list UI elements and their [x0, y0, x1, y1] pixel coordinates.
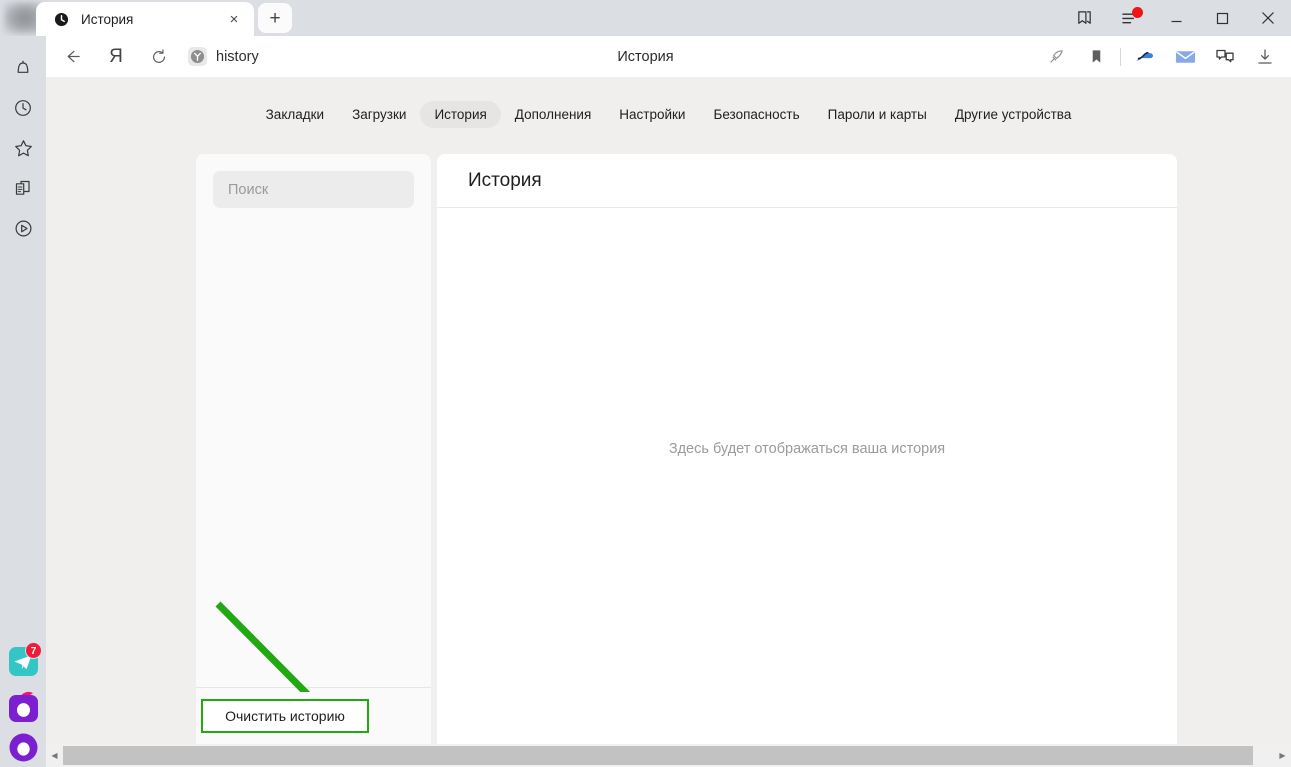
- menu-notification-dot: [1132, 7, 1143, 18]
- nav-tab-downloads[interactable]: Загрузки: [338, 101, 420, 128]
- rocket-icon[interactable]: [1036, 36, 1076, 77]
- address-bar[interactable]: history: [188, 47, 259, 66]
- collections-icon[interactable]: [1061, 0, 1107, 36]
- window-controls: [1061, 0, 1291, 36]
- nav-tab-security[interactable]: Безопасность: [699, 101, 813, 128]
- nav-tab-other-devices[interactable]: Другие устройства: [941, 101, 1086, 128]
- scrollbar-thumb[interactable]: [63, 746, 1253, 765]
- os-sidebar: 7: [0, 36, 46, 767]
- toolbar-divider: [1120, 47, 1121, 66]
- panel-divider: [196, 687, 431, 688]
- clear-history-button[interactable]: Очистить историю: [201, 699, 369, 733]
- yandex-y-icon: [188, 47, 207, 66]
- documents-icon[interactable]: [0, 168, 46, 208]
- nav-tab-history[interactable]: История: [420, 101, 501, 128]
- back-button[interactable]: [52, 36, 92, 77]
- close-button[interactable]: [1245, 0, 1291, 36]
- star-icon[interactable]: [0, 128, 46, 168]
- clock-icon: [54, 12, 69, 26]
- clock-icon[interactable]: [0, 88, 46, 128]
- tab-close-icon[interactable]: ×: [226, 11, 242, 27]
- menu-icon[interactable]: [1107, 0, 1153, 36]
- settings-nav-tabs: Закладки Загрузки История Дополнения Нас…: [46, 101, 1291, 128]
- maximize-button[interactable]: [1199, 0, 1245, 36]
- nav-tab-settings[interactable]: Настройки: [605, 101, 699, 128]
- browser-toolbar: Я history История: [0, 36, 1291, 113]
- downloads-icon[interactable]: [1245, 36, 1285, 77]
- bell-icon[interactable]: [0, 48, 46, 88]
- viber-icon[interactable]: [9, 689, 38, 722]
- empty-state-message: Здесь будет отображаться ваша история: [668, 441, 946, 457]
- nav-tab-bookmarks[interactable]: Закладки: [252, 101, 338, 128]
- viber-round-icon[interactable]: [9, 733, 38, 762]
- nav-tab-addons[interactable]: Дополнения: [501, 101, 605, 128]
- search-input[interactable]: Поиск: [213, 171, 414, 208]
- browser-tab-history[interactable]: История ×: [36, 2, 254, 36]
- history-left-panel: Поиск Очистить историю: [196, 154, 431, 744]
- reload-button[interactable]: [139, 36, 179, 77]
- browser-window: История × + Я history История 7 Закладки…: [0, 0, 1291, 767]
- page-content: Закладки Загрузки История Дополнения Нас…: [46, 77, 1291, 744]
- play-circle-icon[interactable]: [0, 208, 46, 248]
- new-tab-button[interactable]: +: [258, 3, 292, 33]
- toolbar-right-actions: [1036, 36, 1291, 77]
- tab-title: История: [81, 11, 134, 27]
- bookmark-icon[interactable]: [1076, 36, 1116, 77]
- address-bar-text: history: [216, 48, 259, 65]
- messenger-icon[interactable]: [1205, 36, 1245, 77]
- yandex-logo-icon[interactable]: Я: [96, 36, 136, 77]
- title-bar: История × +: [0, 0, 1291, 36]
- horizontal-scrollbar[interactable]: ◀ ▶: [46, 744, 1291, 767]
- mail-icon[interactable]: [1165, 36, 1205, 77]
- scroll-right-arrow-icon[interactable]: ▶: [1274, 744, 1291, 767]
- telegram-icon[interactable]: 7: [9, 642, 42, 676]
- nav-tab-passwords-and-cards[interactable]: Пароли и карты: [814, 101, 941, 128]
- scrollbar-track[interactable]: [63, 744, 1274, 767]
- scroll-left-arrow-icon[interactable]: ◀: [46, 744, 63, 767]
- history-main-panel: История Здесь будет отображаться ваша ис…: [437, 154, 1177, 744]
- yandex-cloud-icon[interactable]: [1125, 36, 1165, 77]
- minimize-button[interactable]: [1153, 0, 1199, 36]
- telegram-badge: 7: [25, 642, 42, 659]
